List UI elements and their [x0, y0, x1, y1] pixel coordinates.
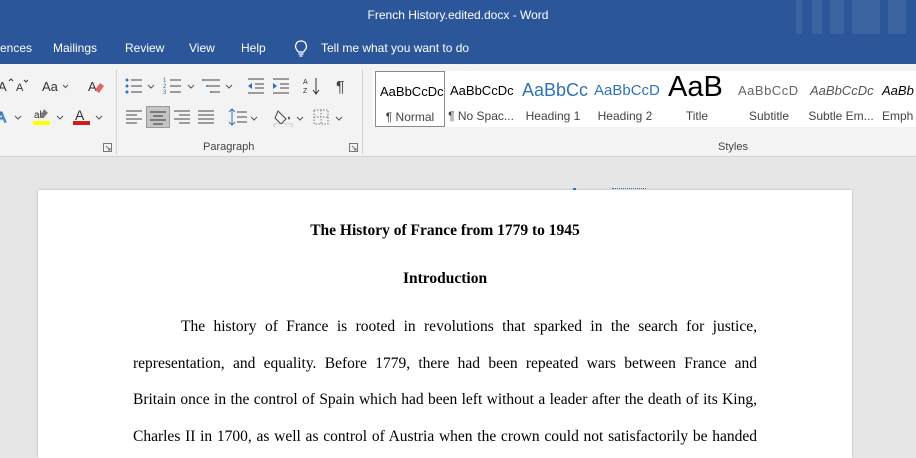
align-right-icon[interactable]	[172, 107, 192, 127]
shrink-font-icon[interactable]: A	[14, 76, 34, 96]
document-heading: Introduction	[402, 270, 488, 287]
style-preview: AaBb	[882, 83, 914, 98]
svg-text:A: A	[88, 79, 97, 94]
previous-page-text-fragment	[573, 188, 576, 190]
svg-text:A: A	[0, 79, 7, 94]
styles-group-label: Styles	[718, 141, 748, 153]
highlight-icon[interactable]: ab	[32, 106, 52, 126]
change-case-icon[interactable]: Aa	[40, 76, 68, 96]
tell-me-search[interactable]: Tell me what you want to do	[321, 41, 469, 55]
style-preview: AaBbCcD	[738, 83, 799, 98]
paragraph-line: representation, and equality. Before 177…	[133, 355, 757, 372]
svg-text:A: A	[0, 109, 6, 126]
style-preview: AaB	[668, 71, 723, 103]
previous-page-text-fragment	[612, 187, 646, 189]
tab-references[interactable]: ences	[0, 41, 32, 55]
svg-text:Aa: Aa	[42, 79, 59, 94]
style-emphasis[interactable]: AaBb Emph	[878, 71, 916, 127]
line-spacing-icon[interactable]	[228, 107, 248, 127]
font-dialog-launcher-icon[interactable]	[103, 143, 112, 152]
clear-formatting-icon[interactable]: A	[86, 76, 106, 96]
align-center-button[interactable]	[146, 106, 170, 128]
style-heading-2[interactable]: AaBbCcD Heading 2	[590, 71, 660, 127]
chevron-down-icon[interactable]	[225, 84, 233, 90]
group-separator	[116, 70, 117, 154]
style-heading-1[interactable]: AaBbCc Heading 1	[518, 71, 588, 127]
borders-icon[interactable]	[311, 107, 331, 127]
ribbon-tabs: ences Mailings Review View Help Tell me …	[0, 34, 916, 64]
chevron-down-icon[interactable]	[14, 115, 22, 121]
decrease-indent-icon[interactable]	[246, 76, 266, 96]
show-formatting-marks-icon[interactable]: ¶	[333, 76, 353, 96]
style-name: Subtle Em...	[808, 109, 874, 123]
align-left-icon[interactable]	[124, 107, 144, 127]
document-page[interactable]: The History of France from 1779 to 1945 …	[38, 187, 852, 458]
style-normal[interactable]: AaBbCcDc ¶ Normal	[375, 71, 445, 127]
style-subtitle[interactable]: AaBbCcD Subtitle	[734, 71, 804, 127]
svg-text:¶: ¶	[336, 79, 345, 96]
svg-text:A: A	[16, 82, 24, 94]
style-name: ¶ No Spac...	[448, 109, 514, 123]
sort-icon[interactable]: AZ	[302, 76, 322, 96]
style-name: ¶ Normal	[385, 110, 435, 124]
chevron-down-icon[interactable]	[56, 115, 64, 121]
paragraph-line: Britain once in the control of Spain whi…	[133, 391, 757, 408]
justify-icon[interactable]	[196, 107, 216, 127]
style-preview: AaBbCcDc	[380, 84, 444, 99]
tab-review[interactable]: Review	[125, 41, 164, 55]
style-name: Title	[685, 109, 709, 123]
document-title: The History of France from 1779 to 1945	[310, 222, 580, 239]
style-name: Heading 1	[525, 109, 581, 123]
chevron-down-icon[interactable]	[95, 115, 103, 121]
paragraph-group-label: Paragraph	[203, 141, 255, 153]
svg-text:3: 3	[163, 90, 167, 96]
text-effects-icon[interactable]: A	[0, 106, 14, 127]
increase-indent-icon[interactable]	[271, 76, 291, 96]
tab-view[interactable]: View	[189, 41, 215, 55]
title-bar: French History.edited.docx - Word	[0, 0, 916, 34]
window-title: French History.edited.docx - Word	[367, 8, 549, 22]
chevron-down-icon[interactable]	[147, 84, 155, 90]
multilevel-list-icon[interactable]	[202, 76, 222, 96]
lightbulb-icon[interactable]	[294, 40, 308, 58]
chevron-down-icon[interactable]	[250, 116, 258, 122]
font-color-icon[interactable]: A	[72, 106, 92, 126]
svg-text:Z: Z	[303, 88, 308, 95]
style-subtle-emphasis[interactable]: AaBbCcDc Subtle Em...	[806, 71, 876, 127]
style-title[interactable]: AaB Title	[662, 71, 732, 127]
chevron-down-icon[interactable]	[335, 116, 343, 122]
chevron-down-icon[interactable]	[187, 84, 195, 90]
style-preview: AaBbCcDc	[450, 83, 514, 98]
style-preview: AaBbCc	[522, 80, 588, 100]
chevron-down-icon[interactable]	[296, 116, 304, 122]
style-preview: AaBbCcD	[594, 82, 660, 99]
paragraph-dialog-launcher-icon[interactable]	[349, 143, 358, 152]
paragraph-line: The history of France is rooted in revol…	[181, 318, 757, 335]
group-separator	[362, 70, 363, 154]
style-name: Subtitle	[748, 109, 790, 123]
styles-gallery: AaBbCcDc ¶ Normal AaBbCcDc ¶ No Spac... …	[373, 71, 916, 127]
svg-text:A: A	[75, 107, 85, 123]
bullets-icon[interactable]	[124, 76, 144, 96]
style-preview: AaBbCcDc	[810, 83, 874, 98]
style-name: Heading 2	[597, 109, 653, 123]
svg-text:A: A	[303, 79, 308, 86]
tab-mailings[interactable]: Mailings	[53, 41, 97, 55]
style-name: Emph	[882, 109, 914, 123]
paragraph-line: Charles II in 1700, as well as control o…	[133, 428, 757, 445]
tab-help[interactable]: Help	[241, 41, 266, 55]
numbering-icon[interactable]: 123	[163, 76, 183, 96]
shading-icon[interactable]	[273, 107, 293, 127]
style-no-spacing[interactable]: AaBbCcDc ¶ No Spac...	[446, 71, 516, 127]
